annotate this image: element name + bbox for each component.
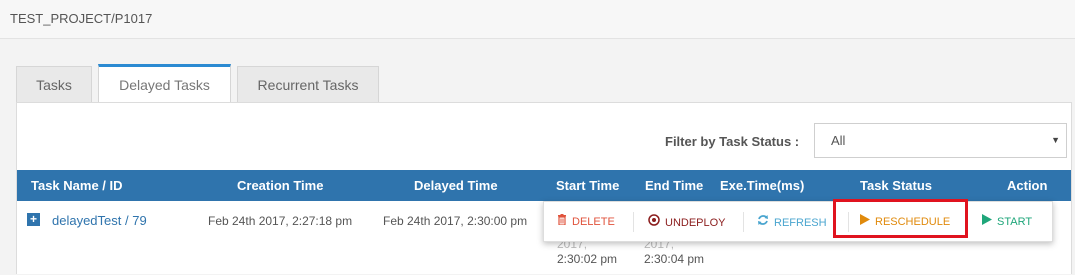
chevron-down-icon: ▼: [1051, 135, 1060, 145]
delete-button[interactable]: DELETE: [557, 214, 615, 228]
delete-label: DELETE: [572, 216, 615, 228]
start-label: START: [997, 216, 1033, 228]
header-delayed-time[interactable]: Delayed Time: [414, 178, 498, 193]
header-action: Action: [1007, 178, 1048, 193]
undeploy-button[interactable]: UNDEPLOY: [648, 214, 726, 229]
start-time-cell-line2: 2:30:02 pm: [557, 252, 618, 266]
task-status-filter-select[interactable]: All ▼: [814, 123, 1067, 158]
filter-label: Filter by Task Status :: [665, 134, 800, 149]
reschedule-button[interactable]: RESCHEDULE: [860, 214, 950, 228]
start-button[interactable]: START: [982, 214, 1032, 228]
header-end-time[interactable]: End Time: [645, 178, 703, 193]
refresh-button[interactable]: REFRESH: [757, 214, 827, 229]
delayed-tasks-panel: Filter by Task Status : All ▼ Task Name …: [16, 102, 1072, 274]
header-exe-time[interactable]: Exe.Time(ms): [720, 178, 804, 193]
task-action-menu: DELETE UNDEPLOY REFRESH RESCHEDULE START: [543, 201, 1053, 242]
divider: [743, 212, 744, 232]
delayed-time-cell: Feb 24th 2017, 2:30:00 pm: [383, 214, 528, 228]
breadcrumb: TEST_PROJECT/P1017: [10, 11, 153, 26]
refresh-icon: [757, 214, 769, 229]
header-creation-time[interactable]: Creation Time: [237, 178, 323, 193]
task-name[interactable]: delayedTest: [52, 213, 121, 228]
refresh-label: REFRESH: [774, 217, 827, 229]
header-start-time[interactable]: Start Time: [556, 178, 619, 193]
trash-icon: [557, 214, 567, 228]
filter-selected-value: All: [831, 133, 846, 148]
divider: [848, 212, 849, 232]
header-task-name[interactable]: Task Name / ID: [31, 178, 123, 193]
tab-recurrent-tasks[interactable]: Recurrent Tasks: [237, 66, 379, 104]
stop-circle-icon: [648, 214, 660, 229]
breadcrumb-bar: TEST_PROJECT/P1017: [0, 0, 1075, 39]
play-icon: [982, 214, 992, 228]
tab-delayed-tasks[interactable]: Delayed Tasks: [98, 64, 231, 104]
table-header: Task Name / ID Creation Time Delayed Tim…: [17, 170, 1071, 201]
expand-plus-icon[interactable]: +: [27, 213, 40, 226]
play-icon: [860, 214, 870, 228]
divider: [633, 212, 634, 232]
header-task-status[interactable]: Task Status: [860, 178, 932, 193]
reschedule-label: RESCHEDULE: [875, 216, 951, 228]
tab-tasks[interactable]: Tasks: [16, 66, 92, 104]
creation-time-cell: Feb 24th 2017, 2:27:18 pm: [208, 214, 353, 228]
task-id[interactable]: 79: [132, 213, 146, 228]
task-separator: /: [121, 213, 133, 228]
undeploy-label: UNDEPLOY: [665, 217, 726, 229]
end-time-cell-line2: 2:30:04 pm: [644, 252, 705, 266]
task-link[interactable]: delayedTest / 79: [52, 213, 147, 228]
